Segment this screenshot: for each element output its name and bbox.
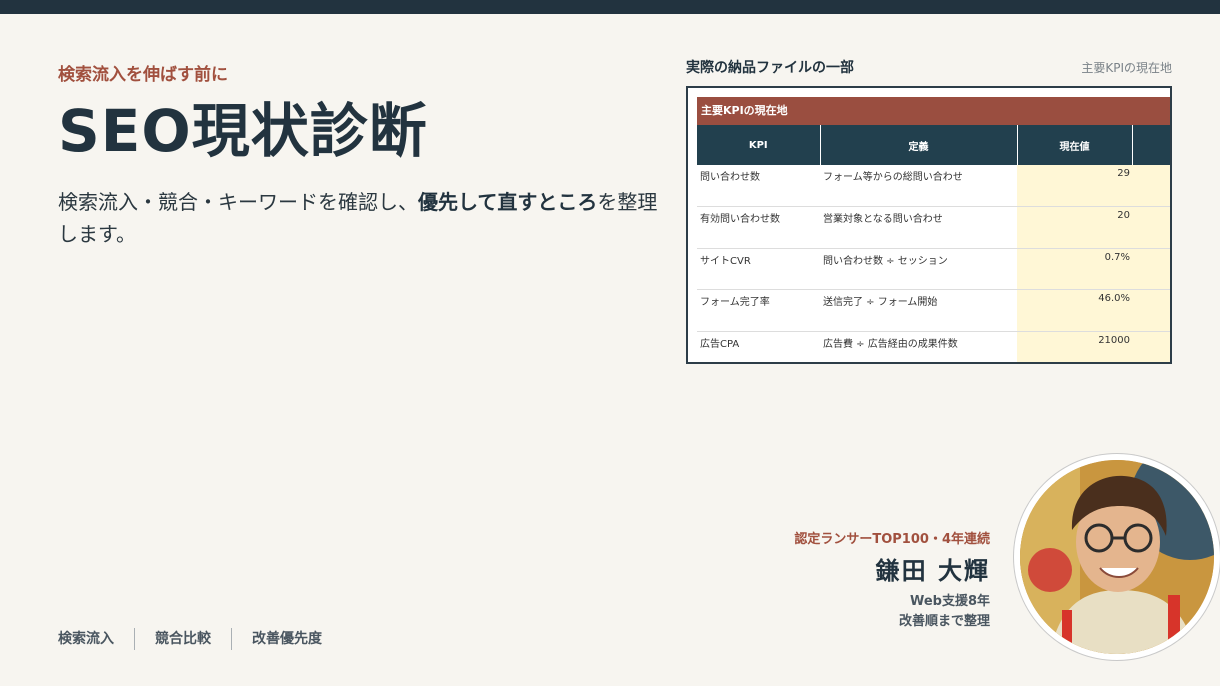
page-title: SEO現状診断 <box>58 97 428 165</box>
table-row: 広告CPA 広告費 ÷ 広告経由の成果件数 21000 <box>697 331 1170 362</box>
tag-search-traffic: 検索流入 <box>58 631 114 647</box>
cell-value: 21000 <box>1017 331 1132 362</box>
profile-note-deliverable: 改善順まで整理 <box>898 614 990 629</box>
column-header-definition: 定義 <box>820 125 1018 165</box>
tag-improvement-priority: 改善優先度 <box>231 628 342 650</box>
cell-blank <box>1132 206 1170 249</box>
cell-kpi: サイトCVR <box>697 248 820 291</box>
cell-blank <box>1132 248 1170 291</box>
profile-note-experience: Web支援8年 <box>909 594 990 609</box>
lead-emphasis: 優先して直すところ <box>418 190 598 214</box>
document-sublabel: 主要KPIの現在地 <box>1081 61 1172 75</box>
cell-blank <box>1132 331 1170 362</box>
cell-definition: 営業対象となる問い合わせ <box>820 206 1017 249</box>
table-row: 問い合わせ数 フォーム等からの総問い合わせ 29 <box>697 165 1170 208</box>
sheet-title: 主要KPIの現在地 <box>697 97 1170 125</box>
table-row: 有効問い合わせ数 営業対象となる問い合わせ 20 <box>697 206 1170 249</box>
cell-definition: 広告費 ÷ 広告経由の成果件数 <box>820 331 1017 362</box>
lead-part-1: 検索流入・競合・キーワードを確認し、 <box>58 190 418 214</box>
cell-kpi: 有効問い合わせ数 <box>697 206 820 249</box>
cell-definition: フォーム等からの総問い合わせ <box>820 165 1017 208</box>
document-label: 実際の納品ファイルの一部 <box>686 60 854 76</box>
cell-value: 29 <box>1017 165 1132 208</box>
cell-value: 46.0% <box>1017 289 1132 332</box>
profile-note: Web支援8年 改善順まで整理 <box>794 592 990 632</box>
profile-block: 認定ランサーTOP100・4年連続 鎌田 大輝 Web支援8年 改善順まで整理 <box>794 528 990 632</box>
cell-blank <box>1132 289 1170 332</box>
table-row: サイトCVR 問い合わせ数 ÷ セッション 0.7% <box>697 248 1170 291</box>
cell-kpi: フォーム完了率 <box>697 289 820 332</box>
lead-text: 検索流入・競合・キーワードを確認し、優先して直すところを整理します。 <box>58 186 658 250</box>
cell-blank <box>1132 165 1170 208</box>
eyebrow-text: 検索流入を伸ばす前に <box>58 65 228 85</box>
top-bar <box>0 0 1220 14</box>
column-header-blank <box>1132 125 1170 165</box>
column-header-kpi: KPI <box>697 125 821 165</box>
cell-value: 0.7% <box>1017 248 1132 291</box>
table-header-row: KPI 定義 現在値 <box>697 125 1170 165</box>
table-row: フォーム完了率 送信完了 ÷ フォーム開始 46.0% <box>697 289 1170 332</box>
column-header-value: 現在値 <box>1017 125 1133 165</box>
tag-list: 検索流入 競合比較 改善優先度 <box>58 628 342 650</box>
cell-kpi: 広告CPA <box>697 331 820 362</box>
avatar <box>1014 454 1220 660</box>
cell-kpi: 問い合わせ数 <box>697 165 820 208</box>
credential-text: 認定ランサーTOP100・4年連続 <box>794 532 990 547</box>
avatar-portrait <box>1020 460 1214 654</box>
person-name: 鎌田 大輝 <box>875 557 990 585</box>
tag-competitor-comparison: 競合比較 <box>134 628 231 650</box>
cell-value: 20 <box>1017 206 1132 249</box>
cell-definition: 送信完了 ÷ フォーム開始 <box>820 289 1017 332</box>
kpi-table: KPI 定義 現在値 問い合わせ数 フォーム等からの総問い合わせ 29 有効問い… <box>697 125 1170 362</box>
cell-definition: 問い合わせ数 ÷ セッション <box>820 248 1017 291</box>
document-preview: 主要KPIの現在地 KPI 定義 現在値 問い合わせ数 フォーム等からの総問い合… <box>686 86 1172 364</box>
